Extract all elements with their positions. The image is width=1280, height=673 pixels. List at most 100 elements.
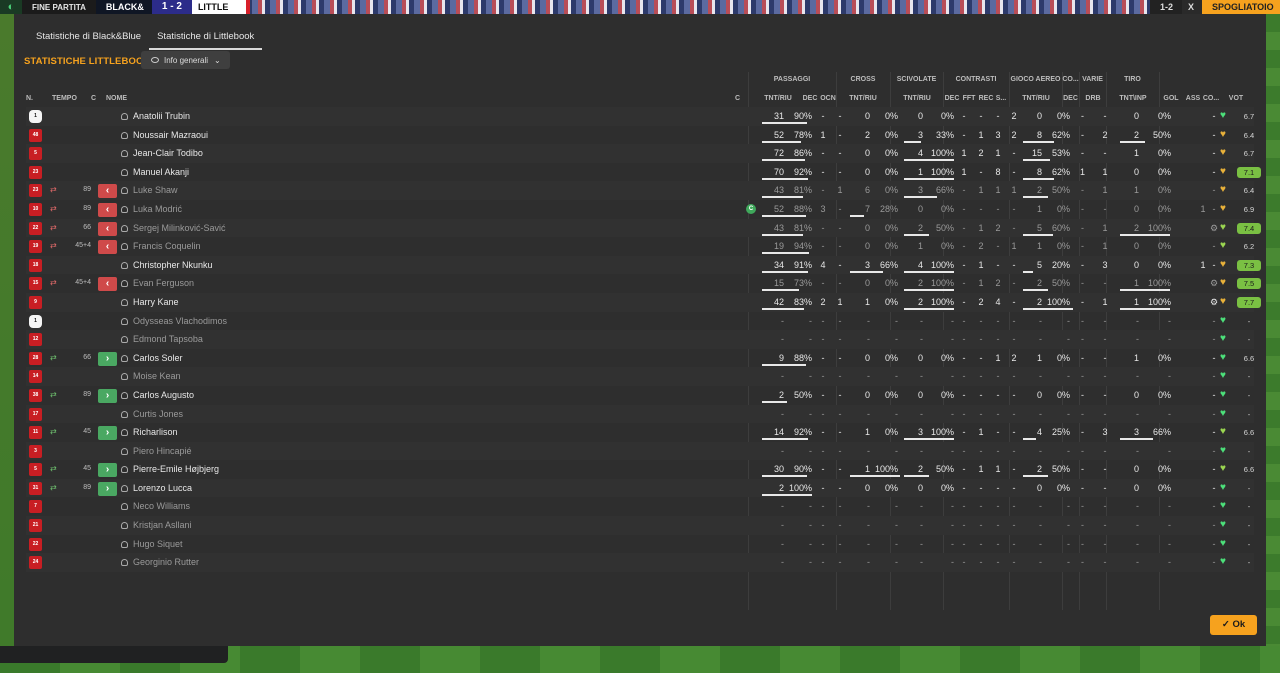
player-name[interactable]: Neco Williams	[121, 497, 190, 516]
column-header-ti-tnt[interactable]: TNT\INP	[1108, 92, 1158, 106]
stat-cf: 1	[978, 185, 984, 196]
player-name[interactable]: Carlos Soler	[121, 349, 183, 368]
column-header-nome[interactable]: NOME	[106, 92, 166, 106]
column-header-co-dec[interactable]: DEC	[944, 92, 960, 106]
table-row[interactable]: 24 Georginio Rutter - - - - - - - - - - - - - - - - - - - - ♥	[26, 553, 1254, 572]
table-row[interactable]: 23 ⇄ 89 ‹ Luke Shaw 43 81% -1 6 0% 3 66% -1 1 1 2 50% -1 1…	[26, 181, 1254, 200]
player-name[interactable]: Sergej Milinković-Savić	[121, 219, 226, 238]
column-header-c2[interactable]: C	[735, 92, 745, 106]
player-name[interactable]: Edmond Tapsoba	[121, 330, 203, 349]
table-row[interactable]: 28 ⇄ 66 › Carlos Soler 9 88% - -0 0% 0 0% - -1 2 1 0% - -1…	[26, 349, 1254, 368]
table-row[interactable]: 22 Hugo Siquet - - - - - - - - - - - - - - - - - - - - ♥	[26, 535, 1254, 554]
sub-in-button[interactable]: ›	[98, 426, 117, 441]
tab-blackblue-stats[interactable]: Statistiche di Black&Blue	[28, 30, 149, 50]
table-row[interactable]: 1 Anatolii Trubin 31 90% - -0 0% 0 0% - - -2 0 0% - -0 0…	[26, 107, 1254, 126]
column-header-vot[interactable]: VOT	[1222, 92, 1250, 106]
table-row[interactable]: 5 Jean-Clair Todibo 72 86% - -0 0% 4 100% 1 2 1-15 5…	[26, 144, 1254, 163]
player-name[interactable]: Kristjan Asllani	[121, 516, 192, 535]
table-row[interactable]: 3 Piero Hincapié - - - - - - - - - - - - - - - - - - - - ♥	[26, 441, 1254, 461]
table-row[interactable]: 15 ⇄ 45+4 ‹ Evan Ferguson 15 73% - -0 0% 2 100% -1 2-…	[26, 274, 1261, 293]
player-name[interactable]: Richarlison	[121, 423, 178, 442]
column-header-co2[interactable]: CO...	[1200, 92, 1222, 106]
stat-ct: 0	[864, 278, 870, 289]
table-row[interactable]: 11 ⇄ 45 › Richarlison 14 92% - -1 0% 3 100% -1- -4 25%…	[26, 423, 1254, 442]
sub-in-button[interactable]: ›	[98, 481, 117, 496]
column-header-n[interactable]: N.	[26, 92, 44, 106]
column-header-p-dec[interactable]: DEC	[802, 92, 818, 106]
player-name[interactable]: Pierre-Emile Højbjerg	[121, 460, 219, 479]
column-header-ga-tnt[interactable]: TNT/RIU	[1011, 92, 1061, 106]
sub-in-button[interactable]: ›	[98, 463, 117, 478]
column-header-p-ocn[interactable]: OCN	[819, 92, 837, 106]
player-name[interactable]: Francis Coquelin	[121, 237, 201, 256]
sub-out-button[interactable]: ‹	[98, 202, 117, 217]
stat-cs: -	[1012, 482, 1016, 493]
player-name[interactable]: Curtis Jones	[121, 405, 183, 424]
column-header-c[interactable]: C	[91, 92, 101, 106]
column-header-cr-tnt[interactable]: TNT/RIU	[838, 92, 888, 106]
stat-dr: -	[1103, 203, 1107, 214]
column-header-co-rec[interactable]: REC	[978, 92, 994, 106]
column-header-gol[interactable]: GOL	[1160, 92, 1182, 106]
stat-cr: -	[996, 445, 1000, 456]
table-row[interactable]: 19 ⇄ 45+4 ‹ Francis Coquelin 19 94% - -0 0% 1 0% -2-…	[26, 237, 1254, 256]
player-name[interactable]: Lorenzo Lucca	[121, 479, 192, 498]
column-header-co-s[interactable]: S...	[994, 92, 1008, 106]
table-row[interactable]: 18 Christopher Nkunku 34 91% 4-3 66% 4 100% -1- -…	[26, 255, 1261, 275]
stat-cr: -	[996, 427, 1000, 438]
table-row[interactable]: 14 Moise Kean - - - - - - - - - - - - - - - - - - - - ♥	[26, 367, 1254, 386]
player-name[interactable]: Georginio Rutter	[121, 553, 199, 572]
sub-out-button[interactable]: ‹	[98, 240, 117, 255]
sub-in-button[interactable]: ›	[98, 388, 117, 403]
column-header-sc-tnt[interactable]: TNT/RIU	[892, 92, 942, 106]
tab-littlebook-stats[interactable]: Statistiche di Littlebook	[149, 30, 263, 50]
player-name[interactable]: Piero Hincapié	[121, 442, 192, 461]
table-row[interactable]: 31 ⇄ 89 › Lorenzo Lucca 2 100% - -0 0% 0 0% - - - -0 0% -…	[26, 478, 1254, 498]
table-row[interactable]: 12 Edmond Tapsoba - - - - - - - - - - - - - - - - - - - - ♥	[26, 330, 1254, 349]
sub-in-button[interactable]: ›	[98, 351, 117, 366]
column-header-co-fft[interactable]: FFT	[961, 92, 977, 106]
player-name[interactable]: Hugo Siquet	[121, 535, 183, 554]
player-name[interactable]: Harry Kane	[121, 293, 179, 312]
dressing-room-button[interactable]: SPOGLIATOIO	[1202, 0, 1280, 14]
view-dropdown[interactable]: Info generali ⌄	[141, 51, 230, 69]
table-row[interactable]: 21 Kristjan Asllani - - - - - - - - - - - - - - - - - - - - ♥	[26, 516, 1254, 535]
player-name[interactable]: Noussair Mazraoui	[121, 126, 208, 145]
stat-cs: 2	[1011, 129, 1017, 140]
column-header-va-drb[interactable]: DRB	[1080, 92, 1106, 106]
table-row[interactable]: 23 Manuel Akanji 70 92% - -0 0% 1 100% 1-8-8 62% 1 1…	[26, 163, 1261, 182]
table-row[interactable]: 38 ⇄ 89 › Carlos Augusto 2 50% - -0 0% 0 0% - - - -0 0% -…	[26, 386, 1254, 405]
table-row[interactable]: 5 ⇄ 45 › Pierre-Emile Højbjerg 30 90% - -1 100% 2 5…	[26, 460, 1254, 479]
column-header-cn-dec[interactable]: DEC	[1062, 92, 1079, 106]
player-name[interactable]: Moise Kean	[121, 367, 181, 386]
player-icon	[121, 559, 128, 567]
column-header-p-tnt[interactable]: TNT/RIU	[750, 92, 806, 106]
player-name[interactable]: Odysseas Vlachodimos	[121, 312, 227, 331]
sub-out-button[interactable]: ‹	[98, 221, 117, 236]
stat-pp: -	[809, 408, 812, 419]
stat-nd: -	[1081, 148, 1084, 159]
shirt-number-icon: 38	[29, 388, 42, 402]
stat-dr: -	[1103, 557, 1107, 568]
player-name[interactable]: Christopher Nkunku	[121, 256, 213, 275]
player-name[interactable]: Luka Modrić	[121, 200, 182, 219]
table-row[interactable]: 9 Harry Kane 42 83% 2 1 1 0% 2 100% -2 4-2 100% -1 1 10…	[26, 292, 1261, 312]
player-name[interactable]: Manuel Akanji	[121, 163, 189, 182]
table-row[interactable]: 1 Odysseas Vlachodimos - - - - - - - - - - - - - - - - - - -…	[26, 312, 1254, 331]
sub-out-button[interactable]: ‹	[98, 277, 117, 292]
player-name[interactable]: Carlos Augusto	[121, 386, 194, 405]
table-row[interactable]: 17 Curtis Jones - - - - - - - - - - - - - - - - - - - - ♥	[26, 404, 1254, 424]
sub-out-button[interactable]: ‹	[98, 184, 117, 199]
player-name[interactable]: Anatolii Trubin	[121, 107, 190, 126]
column-header-tempo[interactable]: TEMPO	[52, 92, 78, 106]
ok-button[interactable]: ✓ Ok	[1210, 615, 1257, 635]
table-row[interactable]: 22 ⇄ 66 ‹ Sergej Milinković-Savić 43 81% - -0 0% 2…	[26, 218, 1261, 238]
table-row[interactable]: 48 Noussair Mazraoui 52 78% 1-2 0% 3 33% -1 3 2 8 62…	[26, 126, 1254, 145]
stat-cp: -	[895, 408, 898, 419]
player-name[interactable]: Jean-Clair Todibo	[121, 144, 203, 163]
table-row[interactable]: 10 ⇄ 89 ‹ Luka Modrić C 52 88% 3-7 28% 0 0% - - - -1 0% -…	[26, 200, 1254, 219]
player-name[interactable]: Luke Shaw	[121, 181, 178, 200]
close-button[interactable]: X	[1182, 0, 1202, 14]
player-name[interactable]: Evan Ferguson	[121, 274, 194, 293]
table-row[interactable]: 7 Neco Williams - - - - - - - - - - - - - - - - - - - - ♥	[26, 497, 1254, 516]
